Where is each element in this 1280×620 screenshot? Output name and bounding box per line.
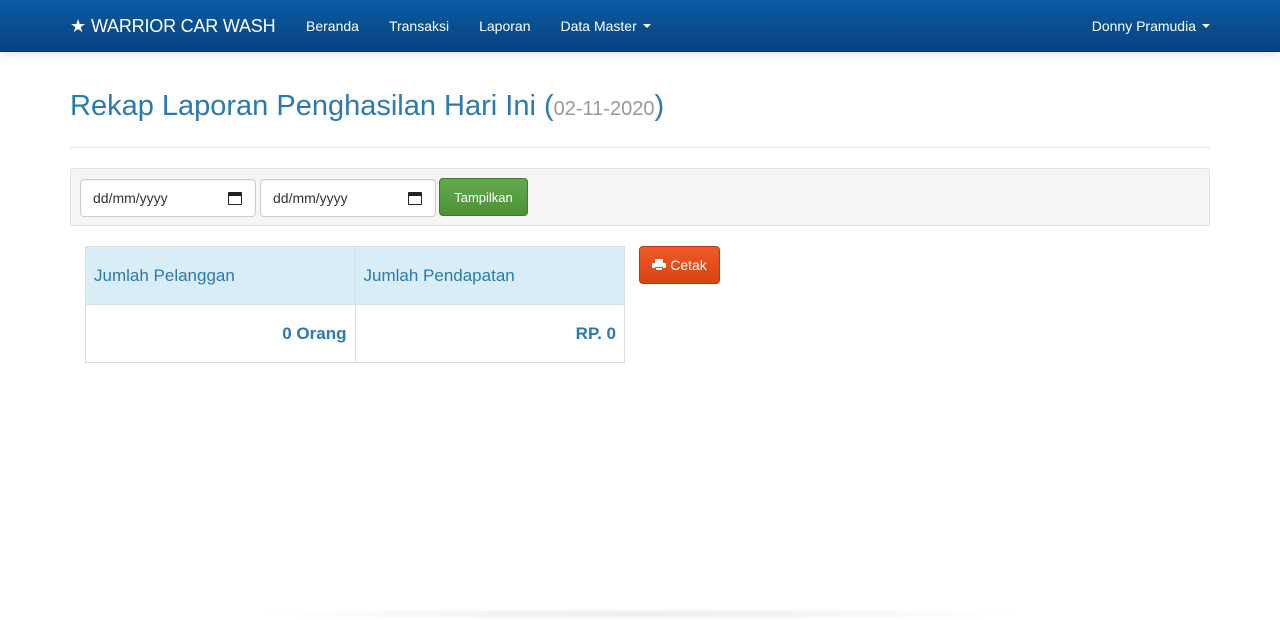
user-menu-dropdown[interactable]: Donny Pramudia	[1092, 0, 1210, 52]
calendar-icon[interactable]	[227, 190, 243, 206]
summary-table: Jumlah Pelanggan Jumlah Pendapatan 0 Ora…	[85, 246, 625, 363]
header-jumlah-pendapatan: Jumlah Pendapatan	[354, 246, 625, 305]
tampilkan-button[interactable]: Tampilkan	[439, 178, 528, 216]
title-divider	[70, 147, 1210, 148]
table-row: 0 Orang RP. 0	[85, 304, 625, 363]
end-date-placeholder: dd/mm/yyyy	[273, 190, 348, 206]
caret-down-icon	[1202, 24, 1210, 28]
bottom-shadow	[250, 608, 1030, 620]
page-title-text: Rekap Laporan Penghasilan Hari Ini	[70, 90, 536, 122]
page-title: Rekap Laporan Penghasilan Hari Ini (02-1…	[70, 90, 665, 122]
brand-link[interactable]: ★ WARRIOR CAR WASH	[70, 0, 276, 52]
caret-down-icon	[642, 24, 651, 28]
star-icon: ★	[70, 15, 86, 36]
value-jumlah-pelanggan: 0 Orang	[85, 304, 356, 363]
user-name: Donny Pramudia	[1091, 18, 1196, 34]
end-date-input[interactable]: dd/mm/yyyy	[260, 179, 436, 217]
report-date: 02-11-2020	[553, 98, 655, 120]
nav-data-master-label: Data Master	[560, 18, 637, 34]
print-icon	[652, 259, 667, 271]
nav-laporan[interactable]: Laporan	[464, 0, 545, 52]
table-header-row: Jumlah Pelanggan Jumlah Pendapatan	[85, 246, 625, 305]
top-navbar: ★ WARRIOR CAR WASH Beranda Transaksi Lap…	[0, 0, 1280, 52]
cetak-button[interactable]: Cetak	[639, 246, 720, 284]
date-filter-panel: dd/mm/yyyy dd/mm/yyyy Tampilkan	[70, 168, 1210, 226]
nav-beranda[interactable]: Beranda	[291, 0, 374, 52]
header-jumlah-pelanggan: Jumlah Pelanggan	[85, 246, 356, 305]
start-date-placeholder: dd/mm/yyyy	[93, 190, 168, 206]
value-jumlah-pendapatan: RP. 0	[354, 304, 625, 363]
brand-name: WARRIOR CAR WASH	[90, 15, 276, 36]
nav-menu: Beranda Transaksi Laporan Data Master	[291, 0, 666, 52]
cetak-label: Cetak	[670, 257, 707, 273]
nav-data-master-dropdown[interactable]: Data Master	[546, 0, 666, 52]
start-date-input[interactable]: dd/mm/yyyy	[80, 179, 256, 217]
calendar-icon[interactable]	[407, 190, 423, 206]
nav-transaksi[interactable]: Transaksi	[374, 0, 464, 52]
